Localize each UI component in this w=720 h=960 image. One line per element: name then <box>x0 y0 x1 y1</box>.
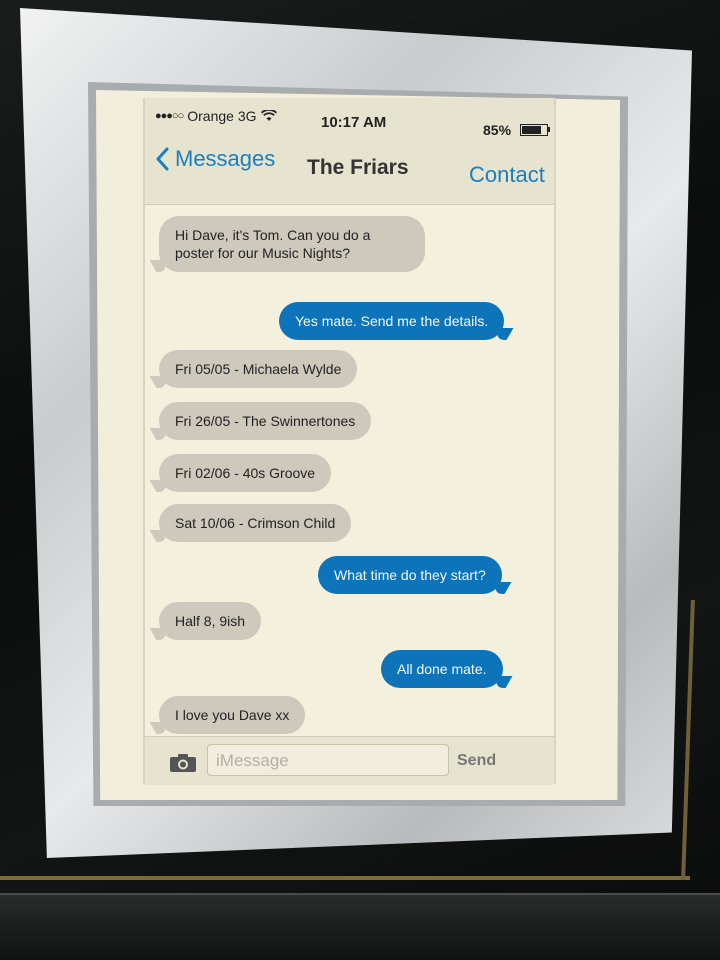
input-bar: iMessage Send <box>145 736 554 785</box>
carrier-label: Orange 3G <box>187 108 257 124</box>
camera-icon[interactable] <box>169 753 197 773</box>
conversation-title: The Friars <box>307 156 409 179</box>
battery-tip <box>548 127 550 132</box>
battery-icon <box>520 124 548 136</box>
gold-trim-line <box>0 876 690 880</box>
battery-fill <box>522 126 541 134</box>
status-time: 10:17 AM <box>321 114 387 131</box>
message-bubble-incoming: Fri 26/05 - The Swinnertones <box>159 402 372 440</box>
message-bubble-incoming: Half 8, 9ish <box>159 602 262 640</box>
message-input-placeholder: iMessage <box>216 751 289 770</box>
back-button[interactable]: Messages <box>155 146 275 172</box>
message-bubble-incoming: Fri 02/06 - 40s Groove <box>159 454 332 492</box>
back-label: Messages <box>175 146 276 171</box>
contact-button[interactable]: Contact <box>469 162 545 188</box>
ledge <box>0 895 720 960</box>
message-bubble-outgoing: Yes mate. Send me the details. <box>279 302 505 340</box>
message-bubble-incoming: Sat 10/06 - Crimson Child <box>159 504 352 542</box>
message-bubble-outgoing: What time do they start? <box>318 556 502 594</box>
message-bubble-incoming: I love you Dave xx <box>159 696 306 734</box>
chevron-left-icon <box>156 147 169 171</box>
wifi-icon <box>260 110 277 121</box>
message-bubble-incoming: Fri 05/05 - Michaela Wylde <box>159 350 358 388</box>
status-carrier: ●●●○○ Orange 3G <box>155 108 277 124</box>
phone-screen: ●●●○○ Orange 3G 10:17 AM 85% Messages Th… <box>143 98 556 785</box>
send-button[interactable]: Send <box>457 752 496 770</box>
message-input[interactable]: iMessage <box>207 744 449 776</box>
battery-percent: 85% <box>483 122 512 138</box>
top-bar: ●●●○○ Orange 3G 10:17 AM 85% Messages Th… <box>145 98 554 205</box>
message-bubble-outgoing: All done mate. <box>381 650 503 688</box>
signal-strength-icon: ●●●○○ <box>155 110 184 122</box>
message-bubble-incoming: Hi Dave, it's Tom. Can you do a poster f… <box>159 216 425 272</box>
